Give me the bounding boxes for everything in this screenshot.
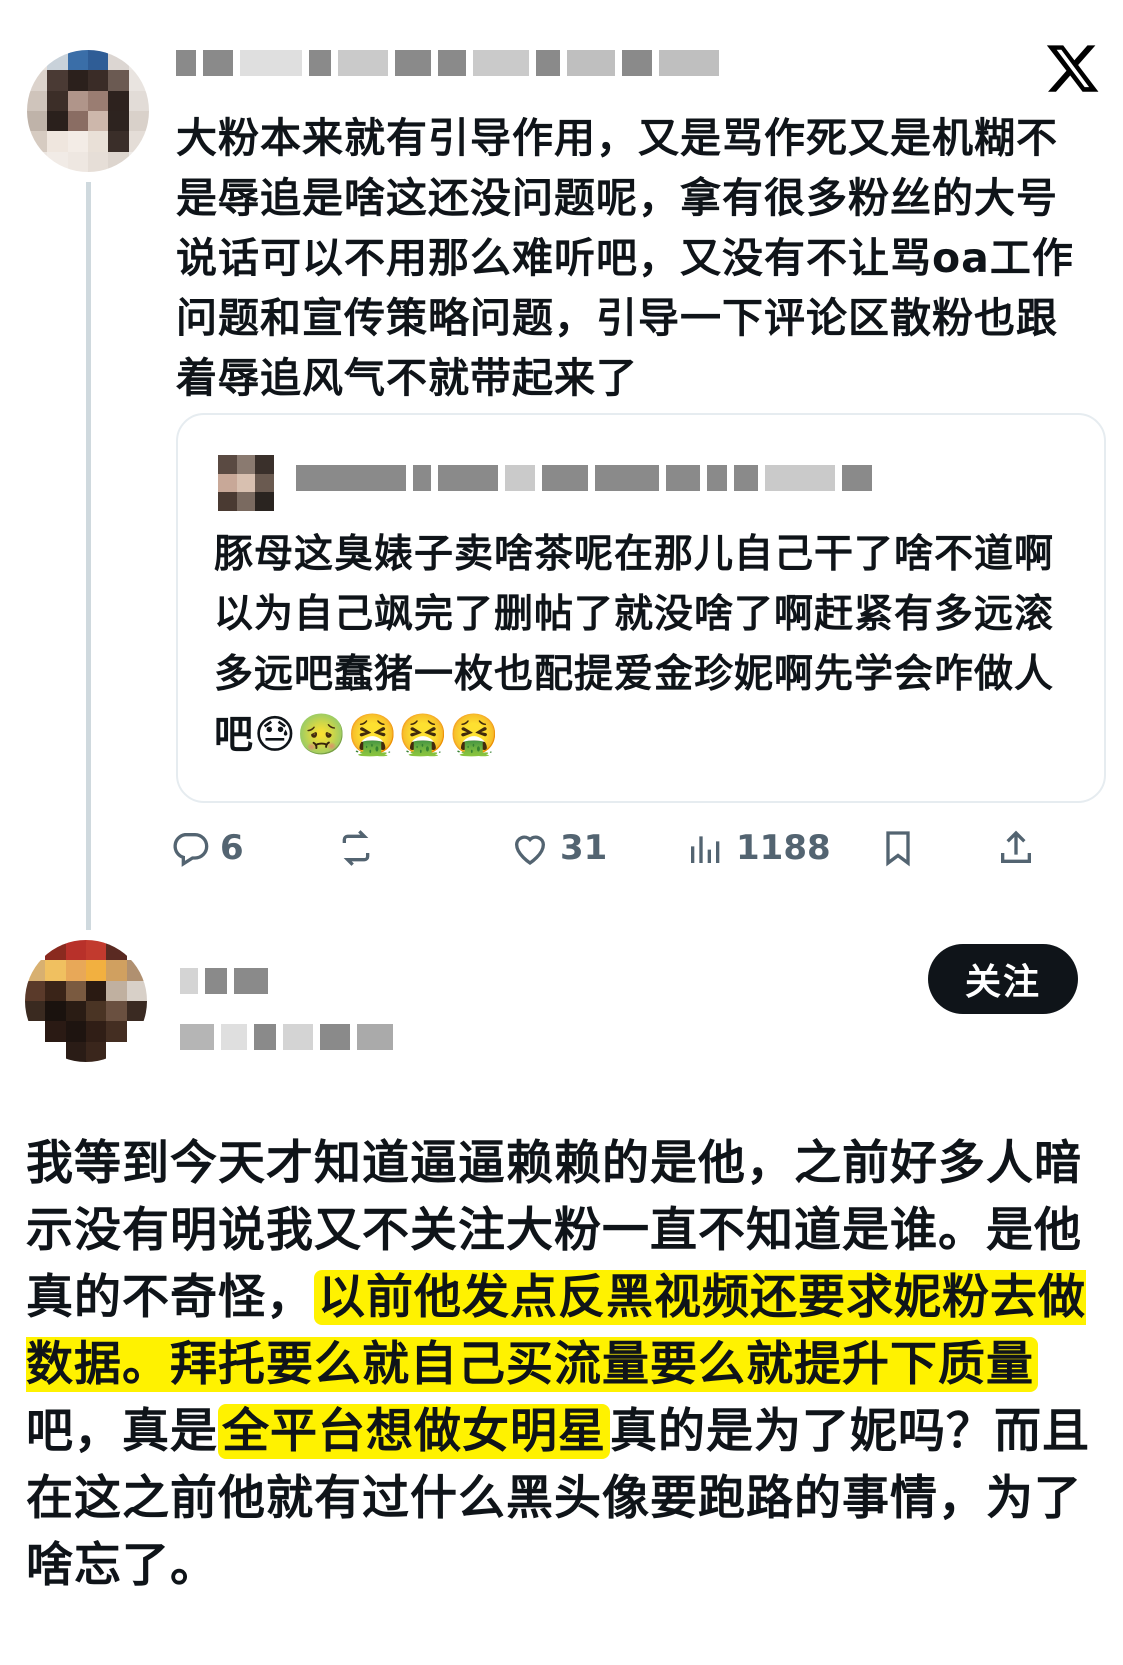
share-icon <box>1001 830 1031 863</box>
like-count: 31 <box>560 828 608 868</box>
reply-count: 6 <box>220 828 244 868</box>
avatar[interactable] <box>27 50 149 172</box>
user-name-redacted[interactable] <box>180 968 268 994</box>
views-icon <box>691 836 720 863</box>
bookmark-button[interactable] <box>878 828 918 868</box>
share-button[interactable] <box>996 828 1036 868</box>
tweet-text: 大粉本来就有引导作用，又是骂作死又是机糊不是辱追是啥这还没问题呢，拿有很多粉丝的… <box>176 114 1074 402</box>
reply-icon <box>173 833 209 867</box>
quoted-user-name-redacted <box>296 465 872 491</box>
reply-button[interactable]: 6 <box>170 828 244 868</box>
views-button[interactable]: 1188 <box>686 828 831 868</box>
heart-icon <box>514 835 546 865</box>
user-name-redacted[interactable] <box>176 50 719 76</box>
quoted-tweet-card[interactable]: 豚母这臭婊子卖啥茶呢在那儿自己干了啥不道啊以为自己飒完了删帖了就没啥了啊赶紧有多… <box>176 413 1106 803</box>
follow-button[interactable]: 关注 <box>928 944 1078 1014</box>
quoted-tweet-text: 豚母这臭婊子卖啥茶呢在那儿自己干了啥不道啊以为自己飒完了删帖了就没啥了啊赶紧有多… <box>214 532 1055 758</box>
bookmark-icon <box>886 831 910 867</box>
like-button[interactable]: 31 <box>510 828 607 868</box>
retweet-button[interactable] <box>336 828 376 868</box>
user-handle-redacted <box>180 1024 393 1050</box>
retweet-icon <box>342 830 370 866</box>
x-logo-icon <box>1046 45 1099 92</box>
post-text: 我等到今天才知道逼逼赖赖的是他，之前好多人暗示没有明说我又不关注大粉一直不知道是… <box>26 1136 1090 1593</box>
thread-line <box>86 182 91 930</box>
avatar[interactable] <box>25 940 147 1062</box>
view-count: 1188 <box>736 828 831 868</box>
emoji-reactions: 😓🤢🤮🤮🤮 <box>254 712 500 758</box>
quoted-avatar <box>218 455 274 511</box>
tweet-action-bar: 6 31 1188 <box>173 828 1106 880</box>
highlighted-text: 全平台想做女明星 <box>218 1404 610 1459</box>
